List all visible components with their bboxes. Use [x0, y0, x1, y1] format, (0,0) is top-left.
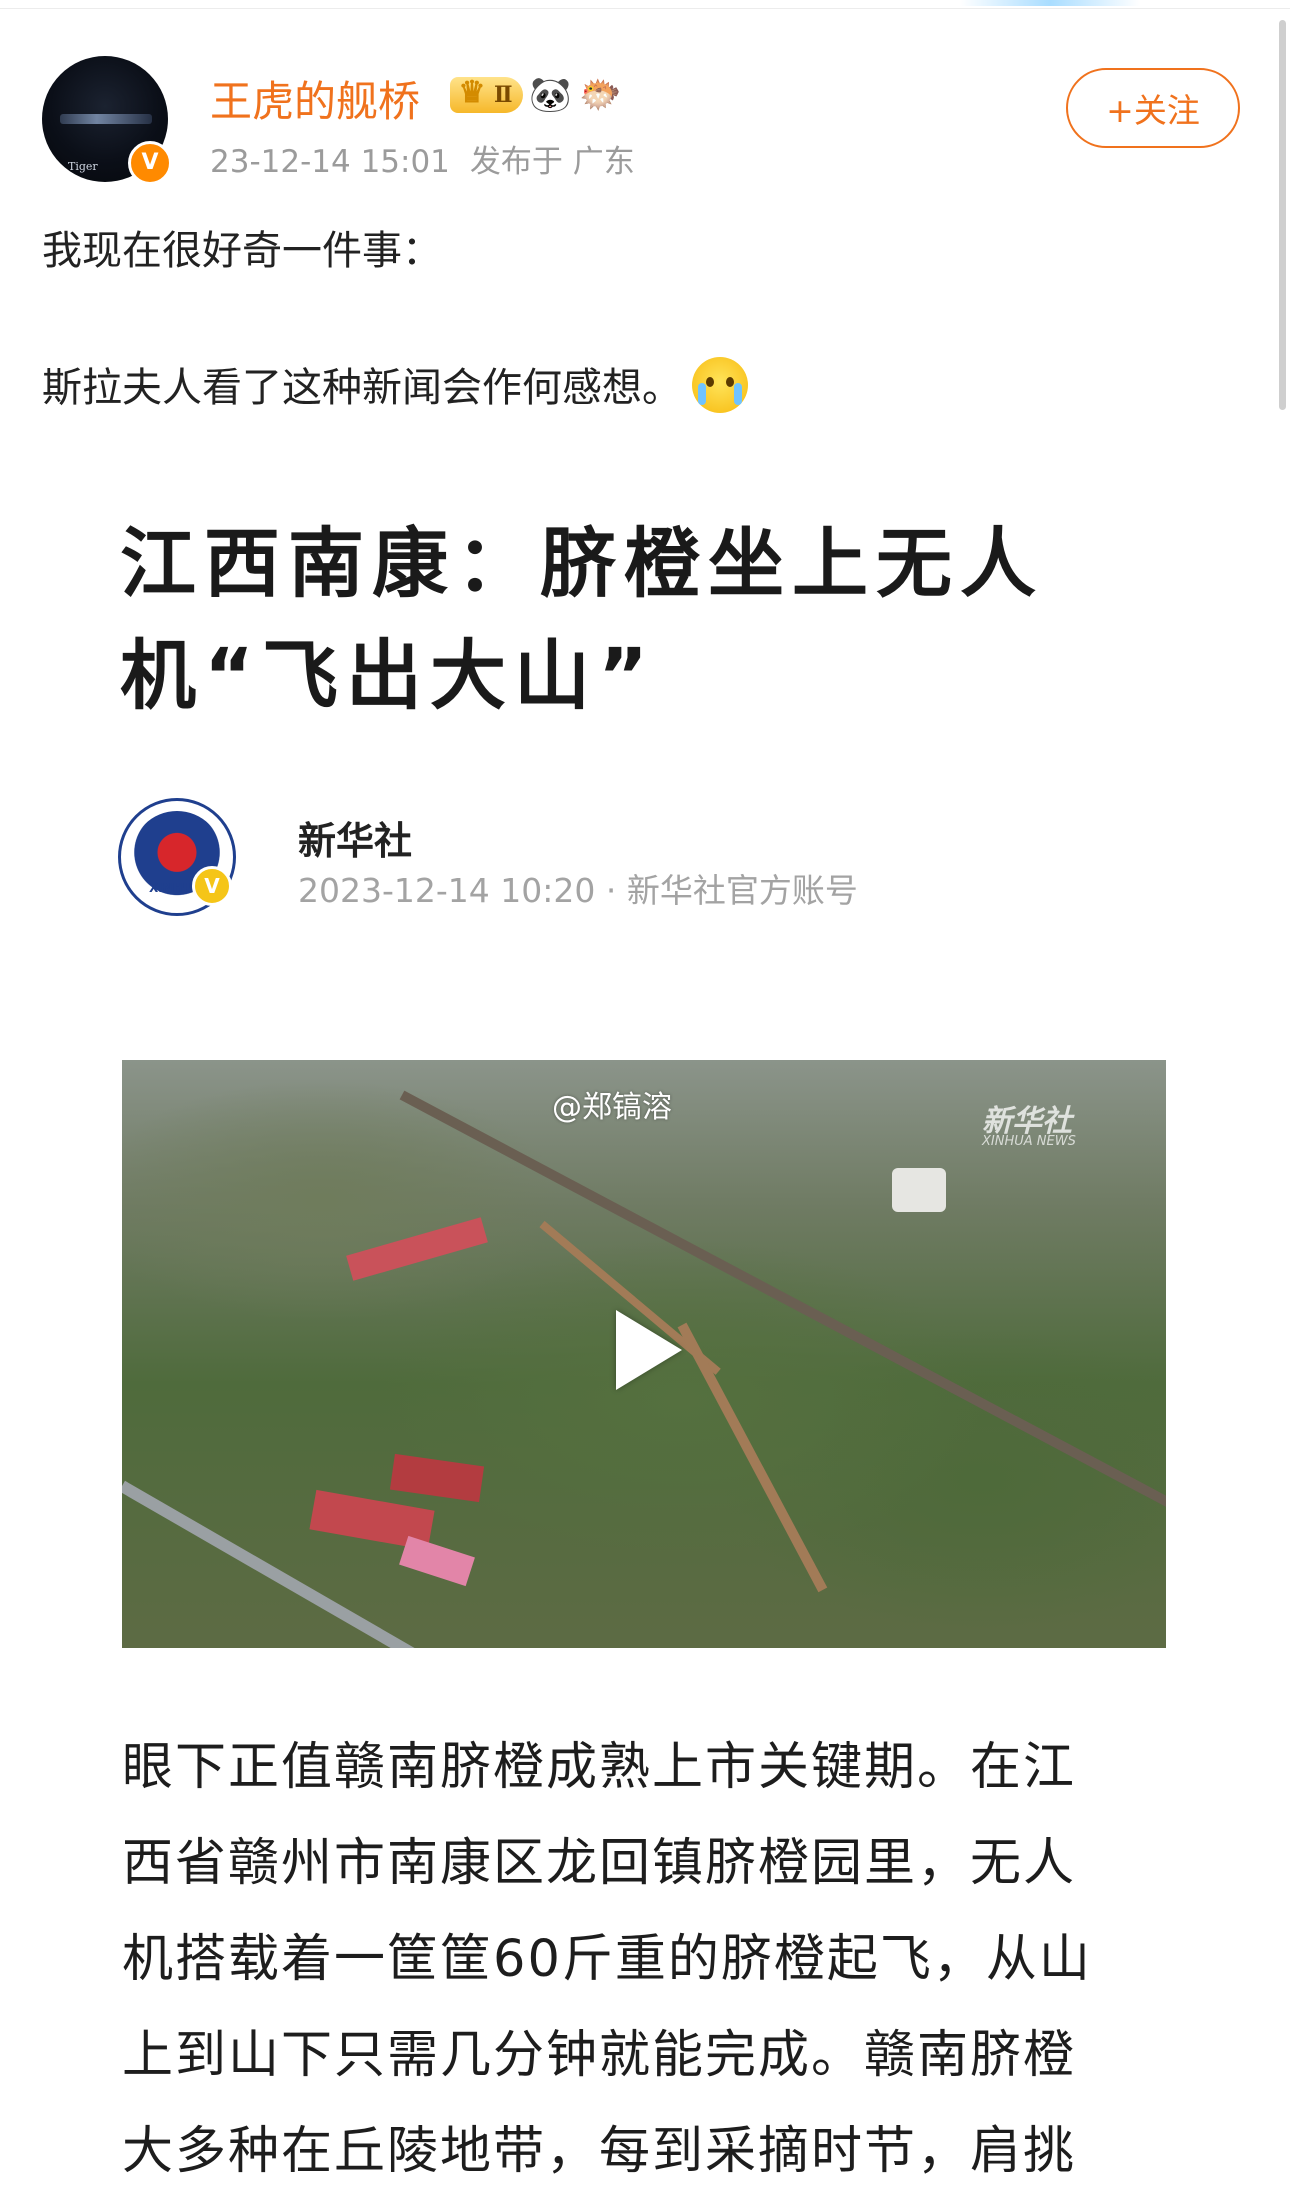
top-divider — [0, 8, 1290, 9]
article-body-line: 眼下正值赣南脐橙成熟上市关键期。在江 — [122, 1738, 1077, 1797]
video-scene-building — [389, 1453, 485, 1503]
article-title: 江西南康：脐橙坐上无人机“飞出大山” — [120, 519, 1044, 720]
panda-icon[interactable]: 🐼 — [529, 73, 573, 117]
author-badges: ♛ Ⅱ 🐼 🐡 — [450, 72, 623, 118]
crown-icon: ♛ — [458, 75, 486, 110]
article-body-line: 西省赣州市南康区龙回镇脐橙园里，无人 — [122, 1834, 1077, 1893]
vip-level-label: Ⅱ — [494, 82, 513, 108]
xinhua-logo-text: XINHU — [149, 881, 193, 895]
post-timestamp: 23-12-14 15:01 — [210, 144, 450, 180]
article-body-line: 机搭载着一筐筐60斤重的脐橙起飞，从山 — [122, 1930, 1092, 1989]
follow-button[interactable]: +关注 — [1066, 68, 1240, 148]
post-location: 发布于 广东 — [469, 144, 635, 180]
crying-laughing-emoji-icon — [692, 357, 748, 413]
video-scene-railway — [399, 1090, 1166, 1569]
scrollbar[interactable] — [1279, 20, 1286, 410]
vip-level-badge[interactable]: ♛ Ⅱ — [450, 75, 523, 113]
video-scene-building — [399, 1535, 475, 1587]
post-text-line: 我现在很好奇一件事： — [42, 228, 442, 274]
avatar-signature: Tiger — [68, 160, 98, 173]
video-scene-pond — [892, 1168, 946, 1212]
status-glow — [960, 0, 1140, 6]
post-text-line: 斯拉夫人看了这种新闻会作何感想。 — [42, 355, 748, 413]
source-meta: 2023-12-14 10:20 · 新华社官方账号 — [298, 871, 858, 910]
article-body: 眼下正值赣南脐橙成熟上市关键期。在江 西省赣州市南康区龙回镇脐橙园里，无人 机搭… — [122, 1720, 1178, 2200]
video-scene-building — [346, 1217, 488, 1281]
article-body-line: 大多种在丘陵地带，每到采摘时节，肩挑 — [122, 2122, 1077, 2181]
video-player[interactable]: @郑镐溶 新华社 XINHUA NEWS — [122, 1060, 1166, 1648]
video-watermark: @郑镐溶 — [552, 1090, 672, 1125]
source-name[interactable]: 新华社 — [298, 810, 412, 865]
fish-icon[interactable]: 🐡 — [579, 73, 623, 117]
avatar-image — [60, 114, 152, 124]
post-meta: 23-12-14 15:01 发布于 广东 — [210, 136, 635, 181]
author-name[interactable]: 王虎的舰桥 — [210, 68, 420, 129]
article-body-line: 上到山下只需几分钟就能完成。赣南脐橙 — [122, 2026, 1077, 2085]
video-scene-path — [677, 1322, 828, 1593]
verified-badge-icon: V — [128, 141, 172, 185]
play-icon[interactable] — [616, 1310, 682, 1390]
source-verified-icon: V — [192, 866, 232, 906]
weibo-post-page: Tiger V 王虎的舰桥 ♛ Ⅱ 🐼 🐡 23-12-14 15:01 发布于 … — [0, 0, 1290, 2204]
post-text-content: 斯拉夫人看了这种新闻会作何感想。 — [42, 365, 682, 411]
xinhua-watermark-sub: XINHUA NEWS — [982, 1134, 1076, 1149]
